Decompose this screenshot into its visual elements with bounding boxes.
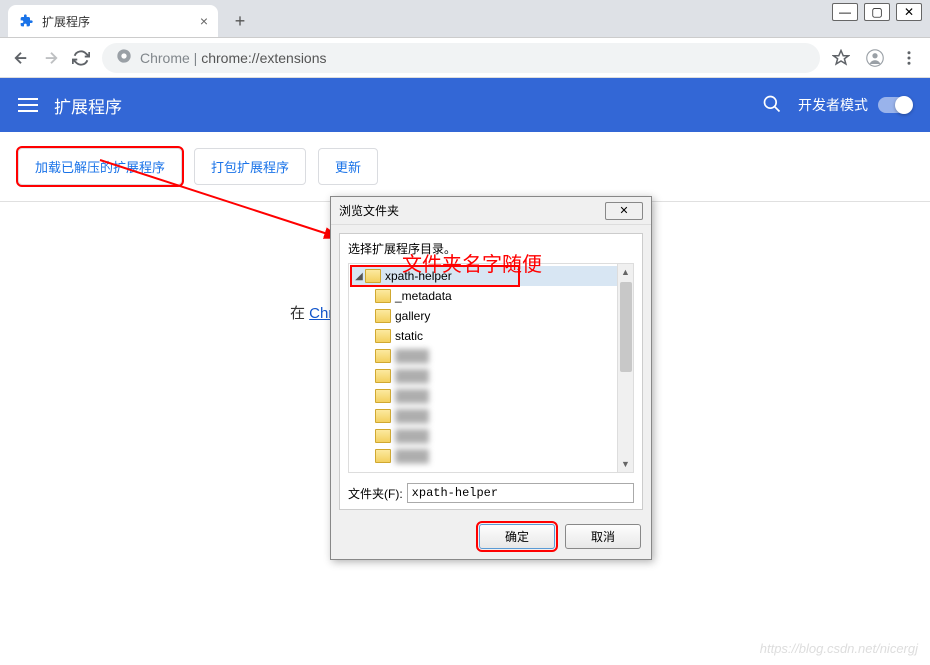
forward-button[interactable] xyxy=(42,49,60,67)
address-bar[interactable]: Chrome | chrome://extensions xyxy=(102,43,820,73)
tree-item[interactable]: ◢ xpath-helper xyxy=(351,266,631,286)
tree-item-label: ████ xyxy=(395,449,429,463)
expand-icon[interactable]: ◢ xyxy=(353,271,365,282)
folder-name-input[interactable] xyxy=(407,483,634,503)
new-tab-button[interactable]: + xyxy=(226,7,254,35)
dialog-title-text: 浏览文件夹 xyxy=(339,202,605,219)
window-maximize-button[interactable]: ▢ xyxy=(864,3,890,21)
folder-icon xyxy=(375,329,391,343)
browser-tab[interactable]: 扩展程序 × xyxy=(8,5,218,37)
developer-mode-label: 开发者模式 xyxy=(798,95,868,115)
tree-item-label: _metadata xyxy=(395,289,452,303)
tab-bar: 扩展程序 × + xyxy=(0,0,930,38)
folder-icon xyxy=(365,269,381,283)
folder-icon xyxy=(375,389,391,403)
search-icon[interactable] xyxy=(762,94,782,117)
background-hint: 在 Chr xyxy=(290,302,333,323)
tree-item[interactable]: ████ xyxy=(351,366,631,386)
back-button[interactable] xyxy=(12,49,30,67)
extension-toolbar: 加载已解压的扩展程序 打包扩展程序 更新 xyxy=(0,132,930,202)
tree-item[interactable]: ████ xyxy=(351,386,631,406)
pack-extension-button[interactable]: 打包扩展程序 xyxy=(194,148,306,185)
folder-icon xyxy=(375,449,391,463)
bookmark-star-icon[interactable] xyxy=(832,49,850,67)
update-button[interactable]: 更新 xyxy=(318,148,378,185)
tree-item[interactable]: gallery xyxy=(351,306,631,326)
puzzle-icon xyxy=(18,13,34,29)
dialog-titlebar: 浏览文件夹 ✕ xyxy=(331,197,651,225)
developer-mode-toggle[interactable] xyxy=(878,97,912,113)
folder-icon xyxy=(375,409,391,423)
tree-item[interactable]: ████ xyxy=(351,426,631,446)
folder-tree[interactable]: ◢ xpath-helper _metadatagallery static ████ █… xyxy=(348,263,634,473)
extensions-header: 扩展程序 开发者模式 xyxy=(0,78,930,132)
tab-close-icon[interactable]: × xyxy=(200,13,208,29)
load-unpacked-button[interactable]: 加载已解压的扩展程序 xyxy=(18,148,182,185)
tree-item-label: ████ xyxy=(395,409,429,423)
tab-title: 扩展程序 xyxy=(42,13,200,30)
folder-icon xyxy=(375,429,391,443)
tree-item[interactable]: static xyxy=(351,326,631,346)
folder-icon xyxy=(375,309,391,323)
scroll-up-icon[interactable]: ▲ xyxy=(618,264,633,280)
window-minimize-button[interactable]: ― xyxy=(832,3,858,21)
tree-item[interactable]: ████ xyxy=(351,406,631,426)
tree-item-label: xpath-helper xyxy=(385,269,452,283)
tree-item-label: gallery xyxy=(395,309,430,323)
tree-item[interactable]: _metadata xyxy=(351,286,631,306)
tree-item-label: ████ xyxy=(395,369,429,383)
folder-icon xyxy=(375,349,391,363)
page-title: 扩展程序 xyxy=(54,93,762,118)
scrollbar-thumb[interactable] xyxy=(620,282,632,372)
browse-folder-dialog: 浏览文件夹 ✕ 选择扩展程序目录。 ◢ xpath-helper _metadata… xyxy=(330,196,652,560)
profile-icon[interactable] xyxy=(866,49,884,67)
tree-item-label: ████ xyxy=(395,389,429,403)
folder-icon xyxy=(375,369,391,383)
dialog-instruction: 选择扩展程序目录。 xyxy=(348,240,634,257)
tree-item[interactable]: ████ xyxy=(351,346,631,366)
folder-icon xyxy=(375,289,391,303)
cancel-button[interactable]: 取消 xyxy=(565,524,641,549)
chrome-icon xyxy=(116,48,132,67)
tree-item[interactable]: ████ xyxy=(351,446,631,466)
window-close-button[interactable]: ✕ xyxy=(896,3,922,21)
reload-button[interactable] xyxy=(72,49,90,67)
ok-button[interactable]: 确定 xyxy=(479,524,555,549)
dialog-close-button[interactable]: ✕ xyxy=(605,202,643,220)
tree-item-label: ████ xyxy=(395,349,429,363)
scrollbar[interactable]: ▲ ▼ xyxy=(617,264,633,472)
menu-icon[interactable] xyxy=(18,94,38,116)
watermark: https://blog.csdn.net/nicergj xyxy=(760,641,918,656)
tree-item-label: ████ xyxy=(395,429,429,443)
menu-dots-icon[interactable] xyxy=(900,49,918,67)
url-text: Chrome | chrome://extensions xyxy=(140,50,327,66)
url-bar: Chrome | chrome://extensions xyxy=(0,38,930,78)
folder-field-label: 文件夹(F): xyxy=(348,485,403,502)
tree-item-label: static xyxy=(395,329,423,343)
scroll-down-icon[interactable]: ▼ xyxy=(618,456,633,472)
